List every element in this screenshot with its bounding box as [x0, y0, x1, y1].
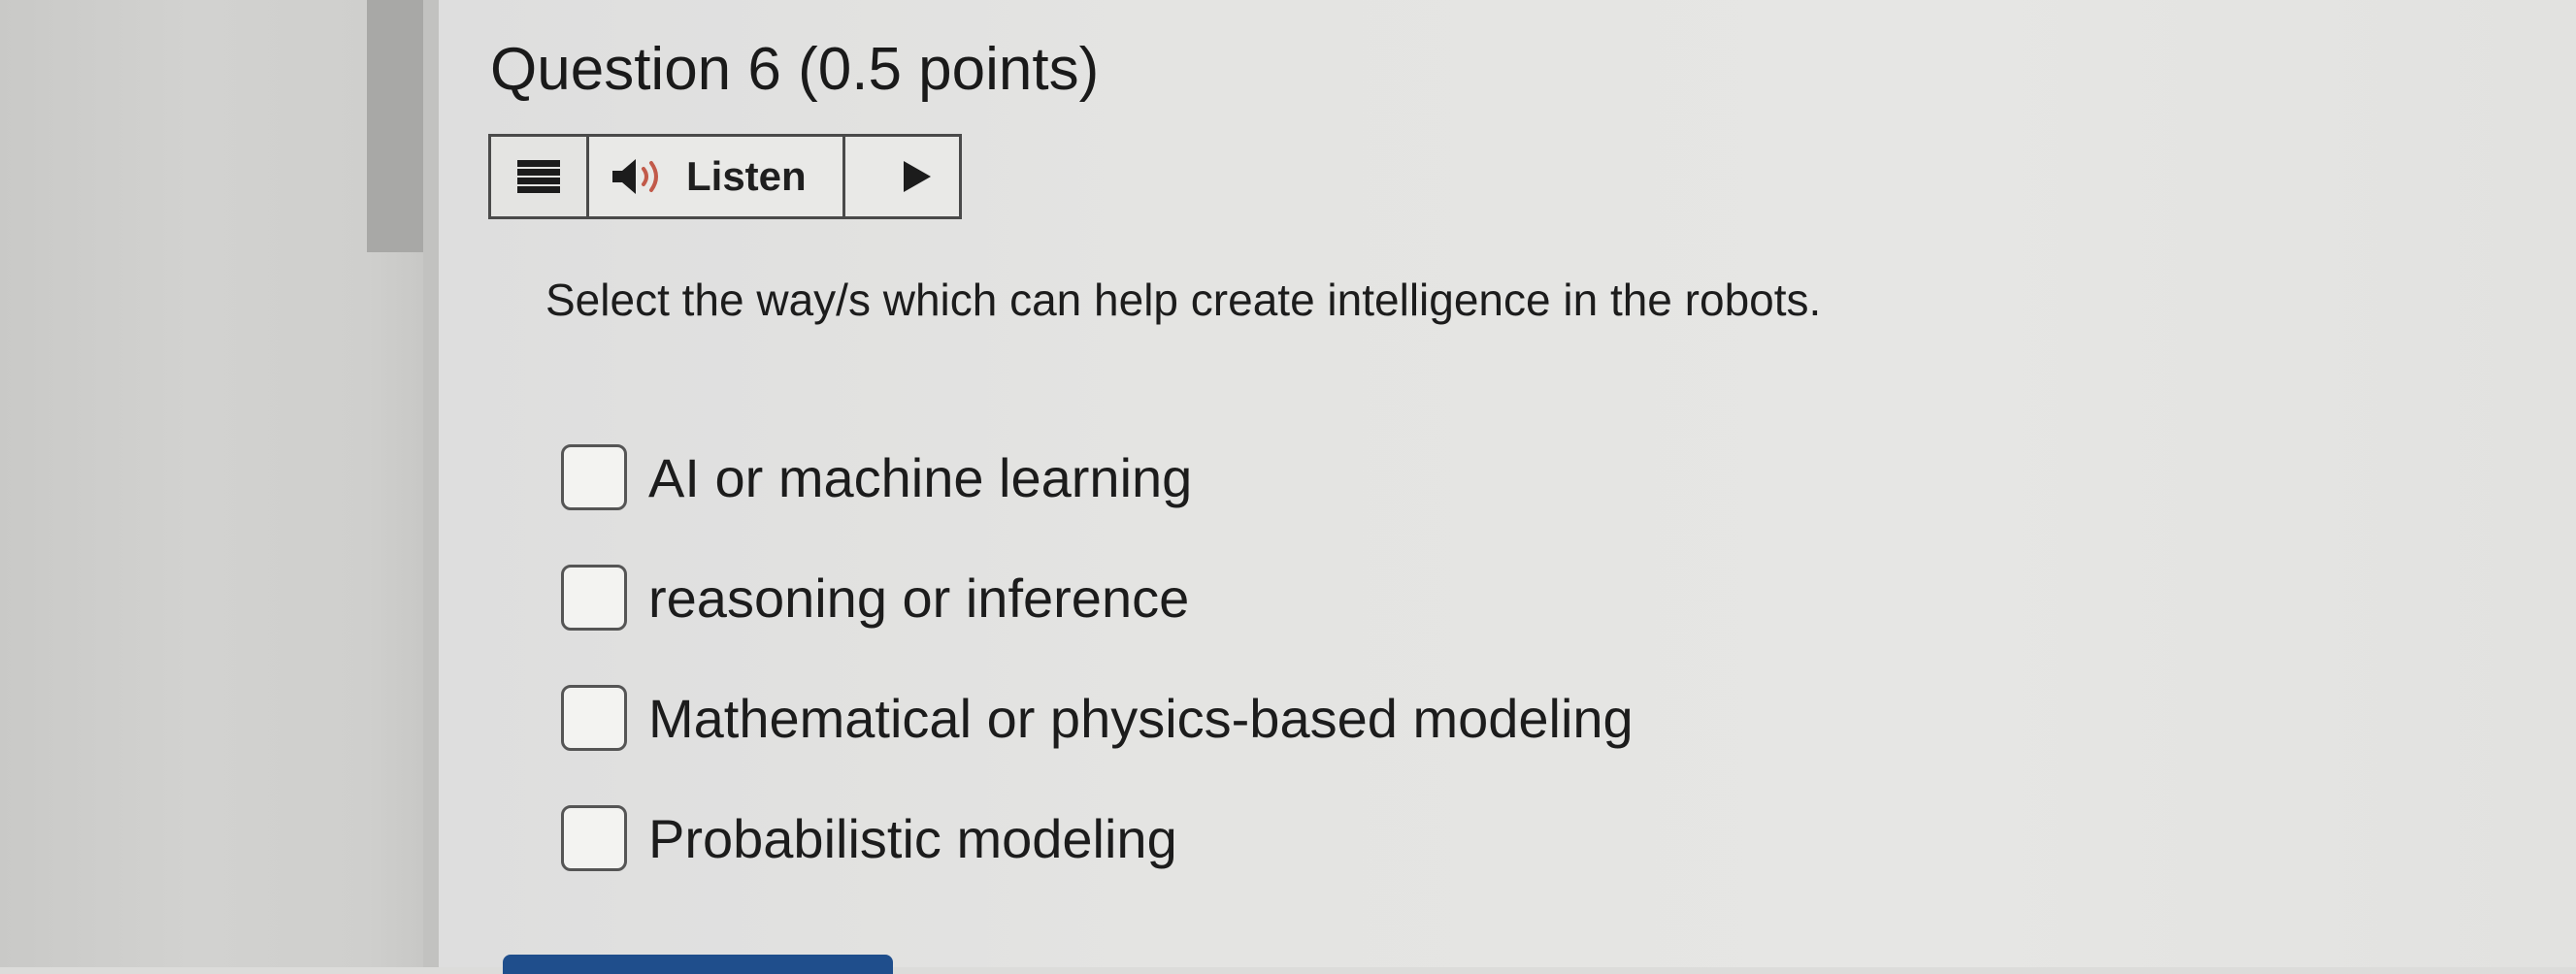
menu-button[interactable]	[491, 137, 589, 216]
question-prompt: Select the way/s which can help create i…	[545, 275, 1822, 325]
option-label[interactable]: Probabilistic modeling	[648, 807, 1177, 870]
option-reasoning-inference[interactable]: reasoning or inference	[561, 537, 1634, 658]
option-label[interactable]: AI or machine learning	[648, 446, 1192, 509]
content-edge-divider	[423, 0, 439, 967]
left-rail-scroll-indicator	[367, 0, 423, 252]
option-label[interactable]: reasoning or inference	[648, 567, 1189, 630]
primary-button-partial[interactable]	[503, 955, 893, 974]
menu-icon	[517, 160, 560, 193]
read-aloud-toolbar: Listen	[488, 134, 962, 219]
listen-label: Listen	[686, 153, 807, 199]
option-checkbox[interactable]	[561, 444, 627, 510]
option-checkbox[interactable]	[561, 805, 627, 871]
option-probabilistic-modeling[interactable]: Probabilistic modeling	[561, 778, 1634, 898]
option-checkbox[interactable]	[561, 565, 627, 631]
option-label[interactable]: Mathematical or physics-based modeling	[648, 687, 1634, 750]
listen-button[interactable]: Listen	[589, 137, 845, 216]
option-ai-machine-learning[interactable]: AI or machine learning	[561, 417, 1634, 537]
option-checkbox[interactable]	[561, 685, 627, 751]
play-icon	[903, 161, 931, 192]
question-title: Question 6 (0.5 points)	[490, 36, 1100, 103]
answer-options: AI or machine learning reasoning or infe…	[561, 417, 1634, 898]
speaker-icon	[612, 159, 658, 194]
option-mathematical-modeling[interactable]: Mathematical or physics-based modeling	[561, 658, 1634, 778]
play-button[interactable]	[845, 137, 959, 216]
